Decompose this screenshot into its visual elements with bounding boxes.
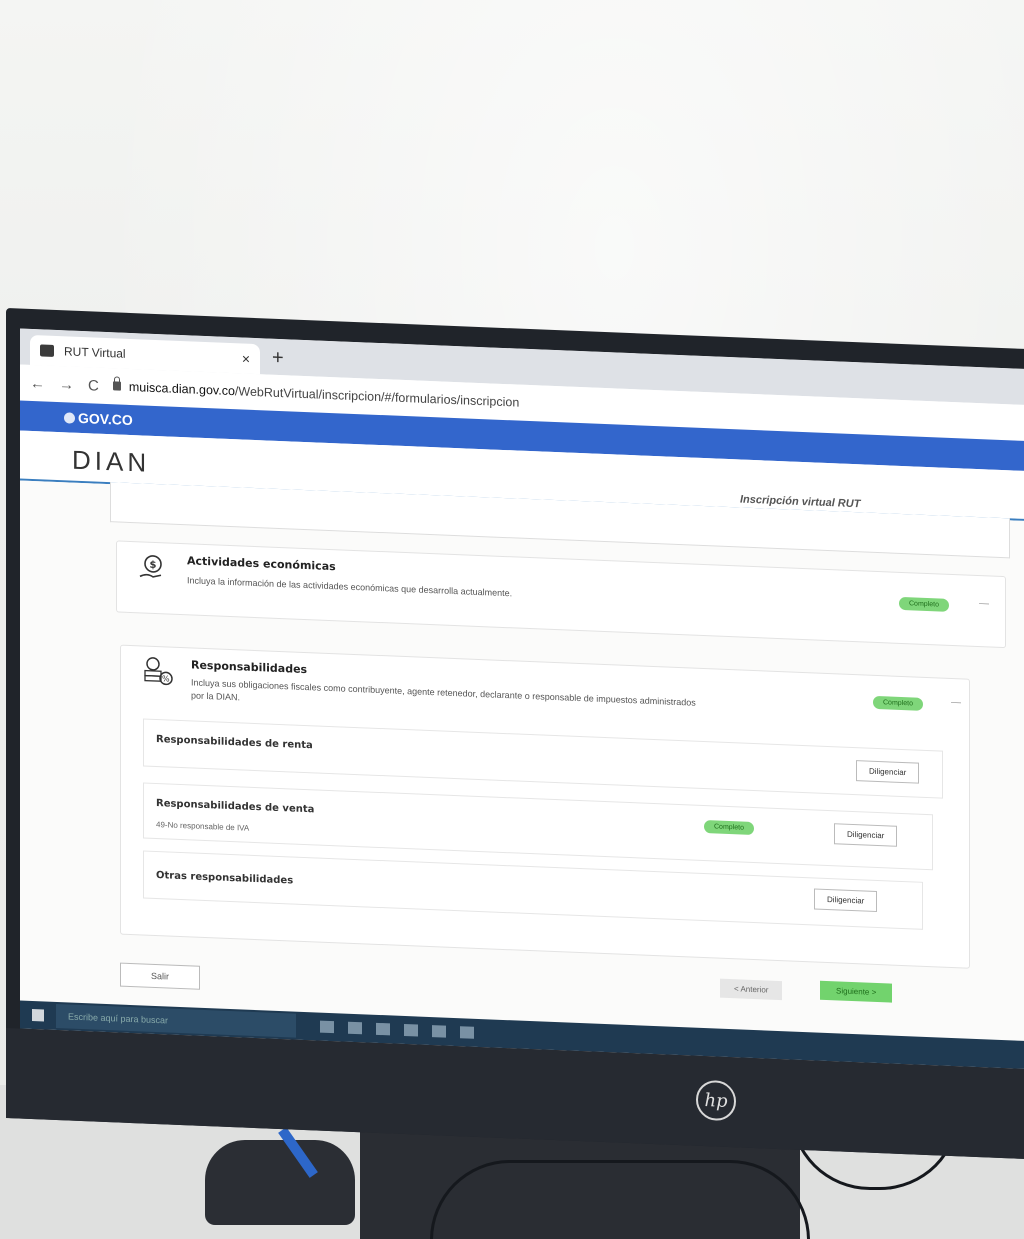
folder-icon[interactable] — [376, 1022, 390, 1036]
responsabilidades-card: % Responsabilidades Incluya sus obligaci… — [120, 644, 970, 969]
back-arrow-icon[interactable]: ← — [30, 374, 45, 392]
taskbar-app-icons — [320, 1020, 474, 1039]
responsabilidades-description: Incluya sus obligaciones fiscales como c… — [191, 677, 696, 708]
svg-text:%: % — [162, 674, 170, 683]
next-button[interactable]: Siguiente > — [820, 980, 893, 1003]
url-path: /WebRutVirtual/inscripcion/#/formularios… — [234, 384, 520, 410]
url-host: muisca.dian.gov.co — [128, 379, 235, 399]
diligenciar-renta-button[interactable]: Diligenciar — [856, 760, 920, 784]
monitor: RUT Virtual × + ← → C muisca.dian.gov.co… — [6, 308, 1024, 1160]
subsection-title: Otras responsabilidades — [156, 870, 294, 887]
actividades-status-badge: Completo — [899, 596, 949, 612]
favicon-icon — [40, 344, 54, 357]
chrome-icon[interactable] — [460, 1026, 474, 1039]
lock-icon — [112, 381, 121, 391]
responsabilidades-status-badge: Completo — [873, 695, 923, 711]
screen: RUT Virtual × + ← → C muisca.dian.gov.co… — [20, 328, 1024, 1070]
subsection-title: Responsabilidades de renta — [156, 734, 313, 752]
store-icon[interactable] — [404, 1023, 418, 1037]
edge-icon[interactable] — [348, 1021, 362, 1035]
mail-icon[interactable] — [432, 1025, 446, 1038]
subsection-note: 49-No responsable de IVA — [156, 820, 250, 833]
collapse-icon[interactable]: — — [951, 697, 961, 708]
photo-scene: RUT Virtual × + ← → C muisca.dian.gov.co… — [0, 0, 1024, 1239]
close-icon[interactable]: × — [242, 350, 250, 366]
diligenciar-venta-button[interactable]: Diligenciar — [834, 823, 898, 847]
url-field[interactable]: muisca.dian.gov.co/WebRutVirtual/inscrip… — [112, 379, 520, 410]
previous-button[interactable]: < Anterior — [720, 978, 783, 1001]
collapse-icon[interactable]: — — [979, 598, 989, 609]
gov-label[interactable]: GOV.CO — [78, 410, 133, 428]
actividades-description: Incluya la información de las actividade… — [187, 575, 513, 599]
task-view-icon[interactable] — [320, 1020, 334, 1034]
pen-holder — [205, 1140, 355, 1225]
hp-logo: hp — [696, 1079, 736, 1122]
gov-seal-icon — [64, 411, 75, 424]
main-content: $ Actividades económicas Incluya la info… — [20, 480, 1024, 1042]
exit-button[interactable]: Salir — [120, 962, 201, 990]
start-button[interactable] — [20, 1001, 56, 1030]
subsection-title: Responsabilidades de venta — [156, 798, 315, 816]
windows-icon — [32, 1009, 44, 1022]
tab-title: RUT Virtual — [64, 344, 126, 361]
diligenciar-otras-button[interactable]: Diligenciar — [814, 888, 878, 912]
forward-arrow-icon[interactable]: → — [59, 376, 74, 394]
actividades-card: $ Actividades económicas Incluya la info… — [116, 540, 1006, 649]
new-tab-button[interactable]: + — [272, 347, 284, 370]
cable — [430, 1160, 810, 1239]
coins-percent-icon: % — [141, 654, 175, 696]
reload-icon[interactable]: C — [88, 377, 99, 394]
responsabilidades-title: Responsabilidades — [191, 658, 308, 677]
dian-logo[interactable]: DIAN — [72, 445, 150, 479]
venta-status-badge: Completo — [704, 820, 754, 836]
actividades-title: Actividades económicas — [187, 554, 336, 574]
money-hand-icon: $ — [137, 552, 167, 590]
svg-text:$: $ — [150, 560, 157, 571]
